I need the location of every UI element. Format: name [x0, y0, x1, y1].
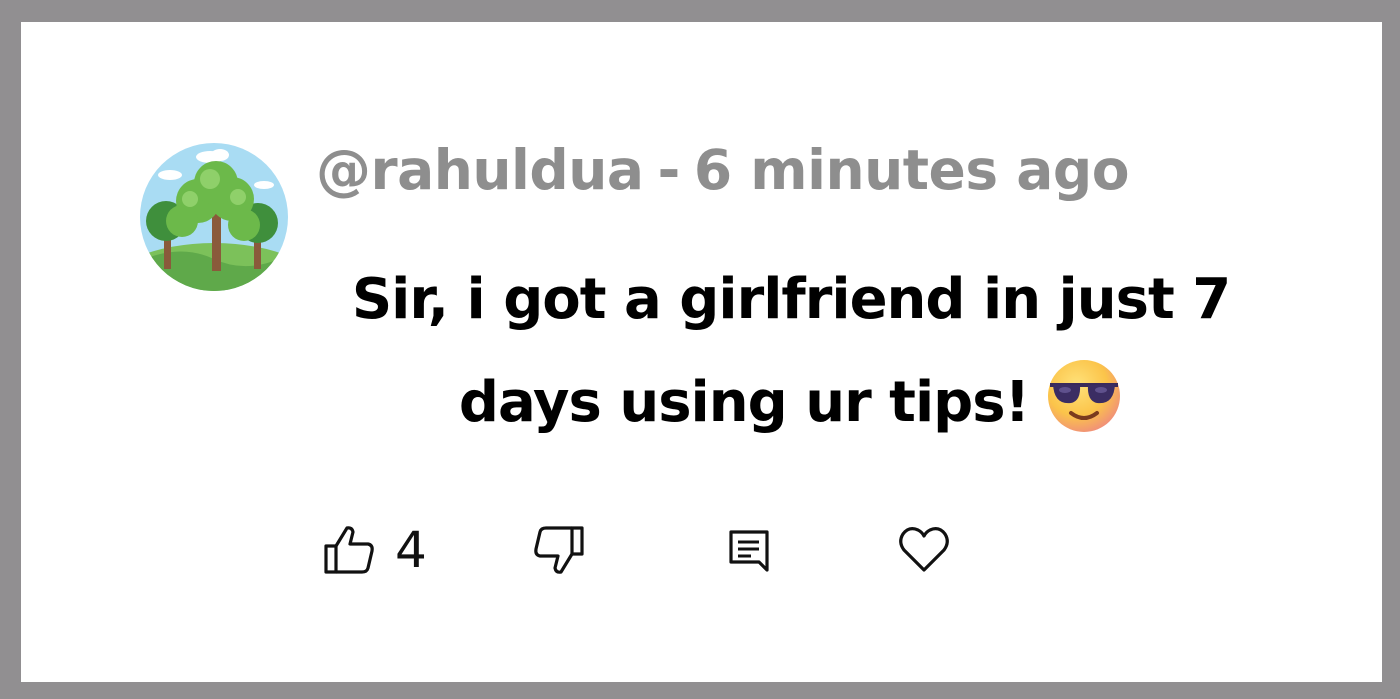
reply-button[interactable] [721, 518, 777, 582]
comment-meta: @rahuldua -6 minutes ago [316, 138, 1130, 202]
tree-avatar-image [140, 143, 288, 291]
sunglasses-emoji-icon [1045, 357, 1123, 435]
thumbs-down-icon [531, 522, 587, 578]
username[interactable]: @rahuldua [316, 138, 644, 202]
timestamp: 6 minutes ago [693, 138, 1130, 202]
thumbs-up-icon [321, 522, 377, 578]
avatar[interactable] [140, 143, 288, 291]
dislike-button[interactable] [531, 518, 587, 582]
heart-button[interactable] [896, 518, 952, 582]
like-count: 4 [395, 521, 427, 579]
meta-separator: - [657, 138, 681, 202]
comment-body: Sir, i got a girlfriend in just 7 days u… [291, 248, 1291, 454]
comment-card: @rahuldua -6 minutes ago Sir, i got a gir… [21, 22, 1382, 682]
comment-icon [721, 522, 777, 578]
heart-icon [896, 522, 952, 578]
like-button[interactable]: 4 [321, 518, 427, 582]
